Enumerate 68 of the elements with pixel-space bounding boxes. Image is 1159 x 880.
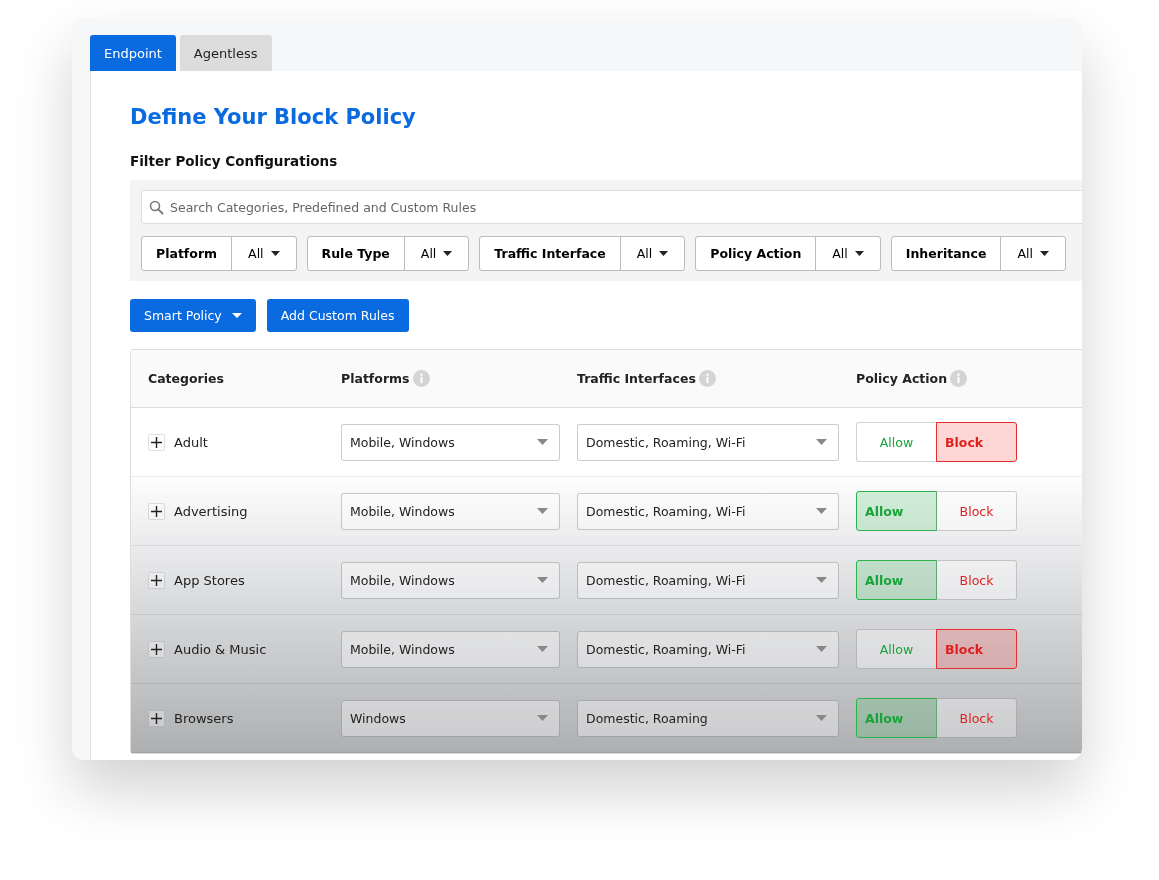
expand-button[interactable] [148, 433, 165, 451]
filter-dropdown[interactable]: Policy Action All [695, 236, 881, 271]
tab[interactable]: Agentless [179, 35, 272, 71]
caret-icon [537, 508, 548, 514]
page-title: Define Your Block Policy [130, 105, 417, 129]
interface-select[interactable]: Domestic, Roaming, Wi-Fi [577, 630, 839, 668]
platform-select[interactable]: Mobile, Windows [341, 492, 560, 530]
caret-icon [231, 313, 242, 318]
filter-label: Policy Action [696, 237, 817, 270]
filter-label: Inheritance [891, 237, 1002, 270]
interface-select[interactable]: Domestic, Roaming, Wi-Fi [577, 492, 839, 530]
category-name: Adult [174, 434, 208, 450]
expand-button[interactable] [148, 502, 165, 520]
caret-icon [854, 251, 864, 256]
platform-select[interactable]: Windows [341, 699, 560, 737]
category-name: Advertising [174, 503, 248, 519]
filter-dropdown[interactable]: Rule Type All [306, 236, 470, 271]
platform-select[interactable]: Mobile, Windows [341, 423, 560, 461]
interface-select[interactable]: Domestic, Roaming, Wi-Fi [577, 561, 839, 599]
block-toggle[interactable]: Block [936, 491, 1017, 531]
caret-icon [270, 251, 280, 256]
filter-label: Rule Type [307, 237, 405, 270]
filter-dropdown[interactable]: Inheritance All [890, 236, 1066, 271]
caret-icon [816, 508, 827, 514]
search-field[interactable]: Search Categories, Predefined and Custom Rules [141, 190, 1082, 224]
expand-button[interactable] [148, 571, 165, 589]
expand-button[interactable] [148, 640, 165, 658]
category-name: App Stores [174, 572, 245, 588]
action-button[interactable]: Smart Policy [130, 299, 256, 332]
interface-select[interactable]: Domestic, Roaming, Wi-Fi [577, 423, 839, 461]
interface-select[interactable]: Domestic, Roaming [577, 699, 839, 737]
column-header: Platforms [341, 371, 410, 386]
caret-icon [816, 715, 827, 721]
filter-value: All [1017, 246, 1033, 261]
column-header: Traffic Interfaces [577, 371, 696, 386]
caret-icon [443, 251, 453, 256]
filter-value: All [248, 246, 264, 261]
caret-icon [537, 577, 548, 583]
column-header: Policy Action [856, 371, 948, 386]
caret-icon [537, 646, 548, 652]
platform-select[interactable]: Mobile, Windows [341, 630, 560, 668]
column-header: Categories [148, 371, 224, 386]
block-toggle[interactable]: Block [936, 560, 1017, 600]
filter-dropdown[interactable]: Traffic Interface All [479, 236, 686, 271]
caret-icon [537, 715, 548, 721]
filter-value: All [636, 246, 653, 261]
info-icon [412, 370, 430, 387]
info-icon [950, 370, 968, 387]
block-toggle[interactable]: Block [936, 422, 1017, 462]
caret-icon [1039, 251, 1049, 256]
expand-button[interactable] [148, 709, 165, 727]
platform-select[interactable]: Mobile, Windows [341, 561, 560, 599]
filter-value: All [420, 246, 437, 261]
caret-icon [659, 251, 669, 256]
caret-icon [816, 577, 827, 583]
action-button[interactable]: Add Custom Rules [266, 299, 409, 332]
caret-icon [816, 646, 827, 652]
filter-label: Traffic Interface [480, 237, 621, 270]
section-heading: Filter Policy Configurations [130, 153, 339, 169]
category-name: Audio & Music [174, 641, 267, 657]
caret-icon [537, 439, 548, 445]
tab[interactable]: Endpoint [90, 35, 176, 71]
caret-icon [816, 439, 827, 445]
filter-label: Platform [142, 237, 233, 270]
category-name: Browsers [174, 710, 234, 726]
info-icon [698, 370, 716, 387]
filter-value: All [832, 246, 848, 261]
filter-dropdown[interactable]: Platform All [141, 236, 297, 271]
